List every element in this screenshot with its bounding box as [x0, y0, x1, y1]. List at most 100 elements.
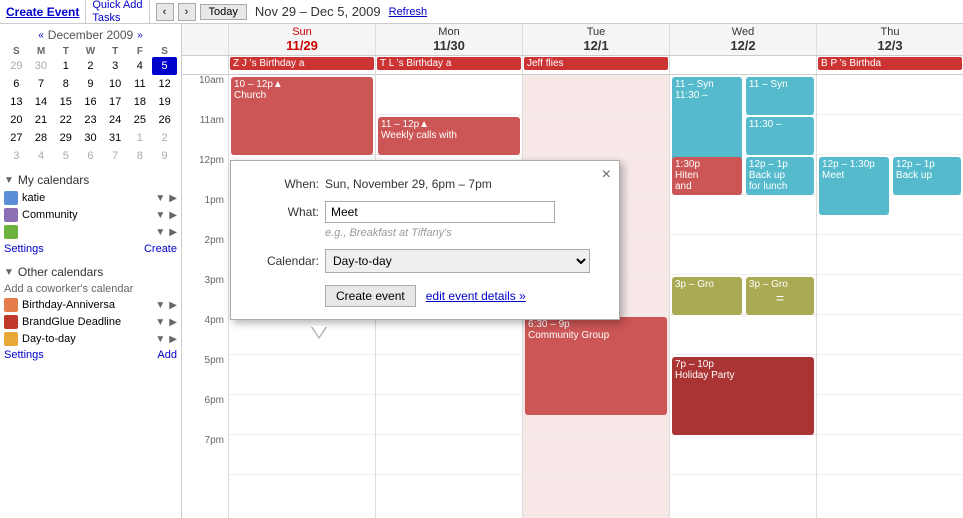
other-cal-settings[interactable]: Settings	[4, 349, 44, 361]
mini-cal-day[interactable]: 4	[128, 57, 153, 75]
mini-cal-day[interactable]: 7	[103, 147, 128, 165]
event-weekly-calls[interactable]: 11 – 12p▲ Weekly calls with	[378, 117, 520, 155]
mini-cal-day[interactable]: 29	[4, 57, 29, 75]
event-hiten[interactable]: 1:30p Hiten and	[672, 157, 742, 195]
cal-options-btn[interactable]: ▶	[169, 210, 177, 221]
other-cal-add[interactable]: Add	[157, 349, 177, 361]
cal-options-btn[interactable]: ▶	[169, 334, 177, 345]
cal-dropdown-btn[interactable]: ▼	[155, 227, 165, 238]
cal-dropdown-btn[interactable]: ▼	[155, 317, 165, 328]
mini-cal-day[interactable]: 25	[128, 111, 153, 129]
popup-what-input[interactable]	[325, 201, 555, 223]
mini-cal-day[interactable]: 9	[152, 147, 177, 165]
mini-cal-day[interactable]: 1	[128, 129, 153, 147]
refresh-link[interactable]: Refresh	[389, 6, 428, 18]
event-1130-right[interactable]: 11:30 –	[746, 117, 814, 155]
mini-cal-day[interactable]: 30	[78, 129, 103, 147]
nav-next-button[interactable]: ›	[178, 3, 196, 21]
cal-dropdown-btn[interactable]: ▼	[155, 210, 165, 221]
day-header-tue121[interactable]: Tue 12/1	[522, 24, 669, 55]
mini-cal-day[interactable]: 8	[53, 75, 78, 93]
allday-event-birthday-b[interactable]: B P 's Birthda	[818, 57, 962, 70]
mini-cal-day[interactable]: 8	[128, 147, 153, 165]
mini-cal-day[interactable]: 30	[29, 57, 54, 75]
create-event-button[interactable]: Create event	[325, 285, 416, 307]
allday-event-birthday-t[interactable]: T L 's Birthday a	[377, 57, 521, 70]
mini-cal-day[interactable]: 29	[53, 129, 78, 147]
mini-cal-day[interactable]: 13	[4, 93, 29, 111]
popup-close-button[interactable]: ×	[602, 166, 611, 184]
event-syn-right[interactable]: 11 – Syn	[746, 77, 814, 115]
mini-cal-day[interactable]: 21	[29, 111, 54, 129]
mini-cal-day[interactable]: 22	[53, 111, 78, 129]
mini-cal-day[interactable]: 9	[78, 75, 103, 93]
popup-calendar-select[interactable]: Day-to-day katie Community BrandGlue Dea…	[325, 249, 590, 273]
day-header-thu123[interactable]: Thu 12/3	[816, 24, 963, 55]
mini-cal-day[interactable]: 10	[103, 75, 128, 93]
tasks-link[interactable]: Tasks	[92, 12, 142, 24]
event-backup-wed[interactable]: 12p – 1p Back up for lunch	[746, 157, 814, 195]
allday-event-jeff-flies[interactable]: Jeff flies	[524, 57, 668, 70]
event-3p-gro-wed-right[interactable]: 3p – Gro =	[746, 277, 814, 315]
mini-cal-day[interactable]: 31	[103, 129, 128, 147]
mini-cal-day[interactable]: 16	[78, 93, 103, 111]
mini-cal-day[interactable]: 2	[78, 57, 103, 75]
add-coworker[interactable]: Add a coworker's calendar	[4, 283, 177, 295]
nav-prev-button[interactable]: ‹	[156, 3, 174, 21]
mini-cal-day[interactable]: 5	[53, 147, 78, 165]
cal-options-btn[interactable]: ▶	[169, 227, 177, 238]
mini-cal-day[interactable]: 1	[53, 57, 78, 75]
mini-cal-day[interactable]: 26	[152, 111, 177, 129]
mini-cal-day[interactable]: 6	[4, 75, 29, 93]
my-calendars-header[interactable]: ▼ My calendars	[4, 173, 177, 187]
other-calendars-list: Birthday-Anniversa ▼ ▶ BrandGlue Deadlin…	[4, 298, 177, 346]
day-header-wed122[interactable]: Wed 12/2	[669, 24, 816, 55]
mini-cal-day[interactable]: 2	[152, 129, 177, 147]
event-church[interactable]: 10 – 12p▲ Church	[231, 77, 373, 155]
allday-event-birthday-z[interactable]: Z J 's Birthday a	[230, 57, 374, 70]
edit-details-button[interactable]: edit event details »	[426, 289, 526, 303]
day-header-mon1130[interactable]: Mon 11/30	[375, 24, 522, 55]
mini-cal-day[interactable]: 12	[152, 75, 177, 93]
mini-cal-day[interactable]: 11	[128, 75, 153, 93]
mini-cal-day[interactable]: 28	[29, 129, 54, 147]
my-cal-settings[interactable]: Settings	[4, 243, 44, 255]
other-calendars-header[interactable]: ▼ Other calendars	[4, 265, 177, 279]
my-cal-create[interactable]: Create	[144, 243, 177, 255]
day-header-sun1129[interactable]: Sun 11/29	[228, 24, 375, 55]
cal-dropdown-btn[interactable]: ▼	[155, 334, 165, 345]
event-meet-thu[interactable]: 12p – 1:30p Meet	[819, 157, 889, 215]
cal-options-btn[interactable]: ▶	[169, 193, 177, 204]
mini-cal-day[interactable]: 3	[103, 57, 128, 75]
mini-cal-day[interactable]: 14	[29, 93, 54, 111]
mini-cal-day[interactable]: 19	[152, 93, 177, 111]
mini-cal-day[interactable]: 4	[29, 147, 54, 165]
quick-add-link[interactable]: Quick Add	[92, 0, 142, 11]
event-holiday-party[interactable]: 7p – 10p Holiday Party	[672, 357, 814, 435]
mini-cal-day[interactable]: 20	[4, 111, 29, 129]
cal-options-btn[interactable]: ▶	[169, 317, 177, 328]
event-community-group[interactable]: 6:30 – 9p Community Group	[525, 317, 667, 415]
mini-cal-day[interactable]: 18	[128, 93, 153, 111]
cal-options-btn[interactable]: ▶	[169, 300, 177, 311]
day-col-thu[interactable]: 12p – 1:30p Meet 12p – 1p Back up 12p – …	[816, 75, 963, 518]
event-3p-gro-wed-left[interactable]: 3p – Gro	[672, 277, 742, 315]
mini-cal-day[interactable]: 3	[4, 147, 29, 165]
cal-dropdown-btn[interactable]: ▼	[155, 193, 165, 204]
mini-cal-day[interactable]: 27	[4, 129, 29, 147]
mini-cal-day[interactable]: 15	[53, 93, 78, 111]
day-col-wed[interactable]: 11 – Syn 11:30 – 11 – Syn 11:30 – 1:30p …	[669, 75, 816, 518]
mini-cal-day[interactable]: 17	[103, 93, 128, 111]
mini-cal-day[interactable]: 7	[29, 75, 54, 93]
mini-cal-day[interactable]: 23	[78, 111, 103, 129]
create-event-link[interactable]: Create Event	[6, 5, 79, 19]
cal-dropdown-btn[interactable]: ▼	[155, 300, 165, 311]
mini-cal-prev[interactable]: «	[38, 30, 44, 41]
mini-cal-day[interactable]: 5	[152, 57, 177, 75]
today-button[interactable]: Today	[200, 4, 247, 20]
event-backup-thu[interactable]: 12p – 1p Back up	[893, 157, 961, 195]
mini-cal-day[interactable]: 24	[103, 111, 128, 129]
my-calendars-arrow: ▼	[4, 175, 14, 186]
mini-cal-next[interactable]: »	[137, 30, 143, 41]
mini-cal-day[interactable]: 6	[78, 147, 103, 165]
